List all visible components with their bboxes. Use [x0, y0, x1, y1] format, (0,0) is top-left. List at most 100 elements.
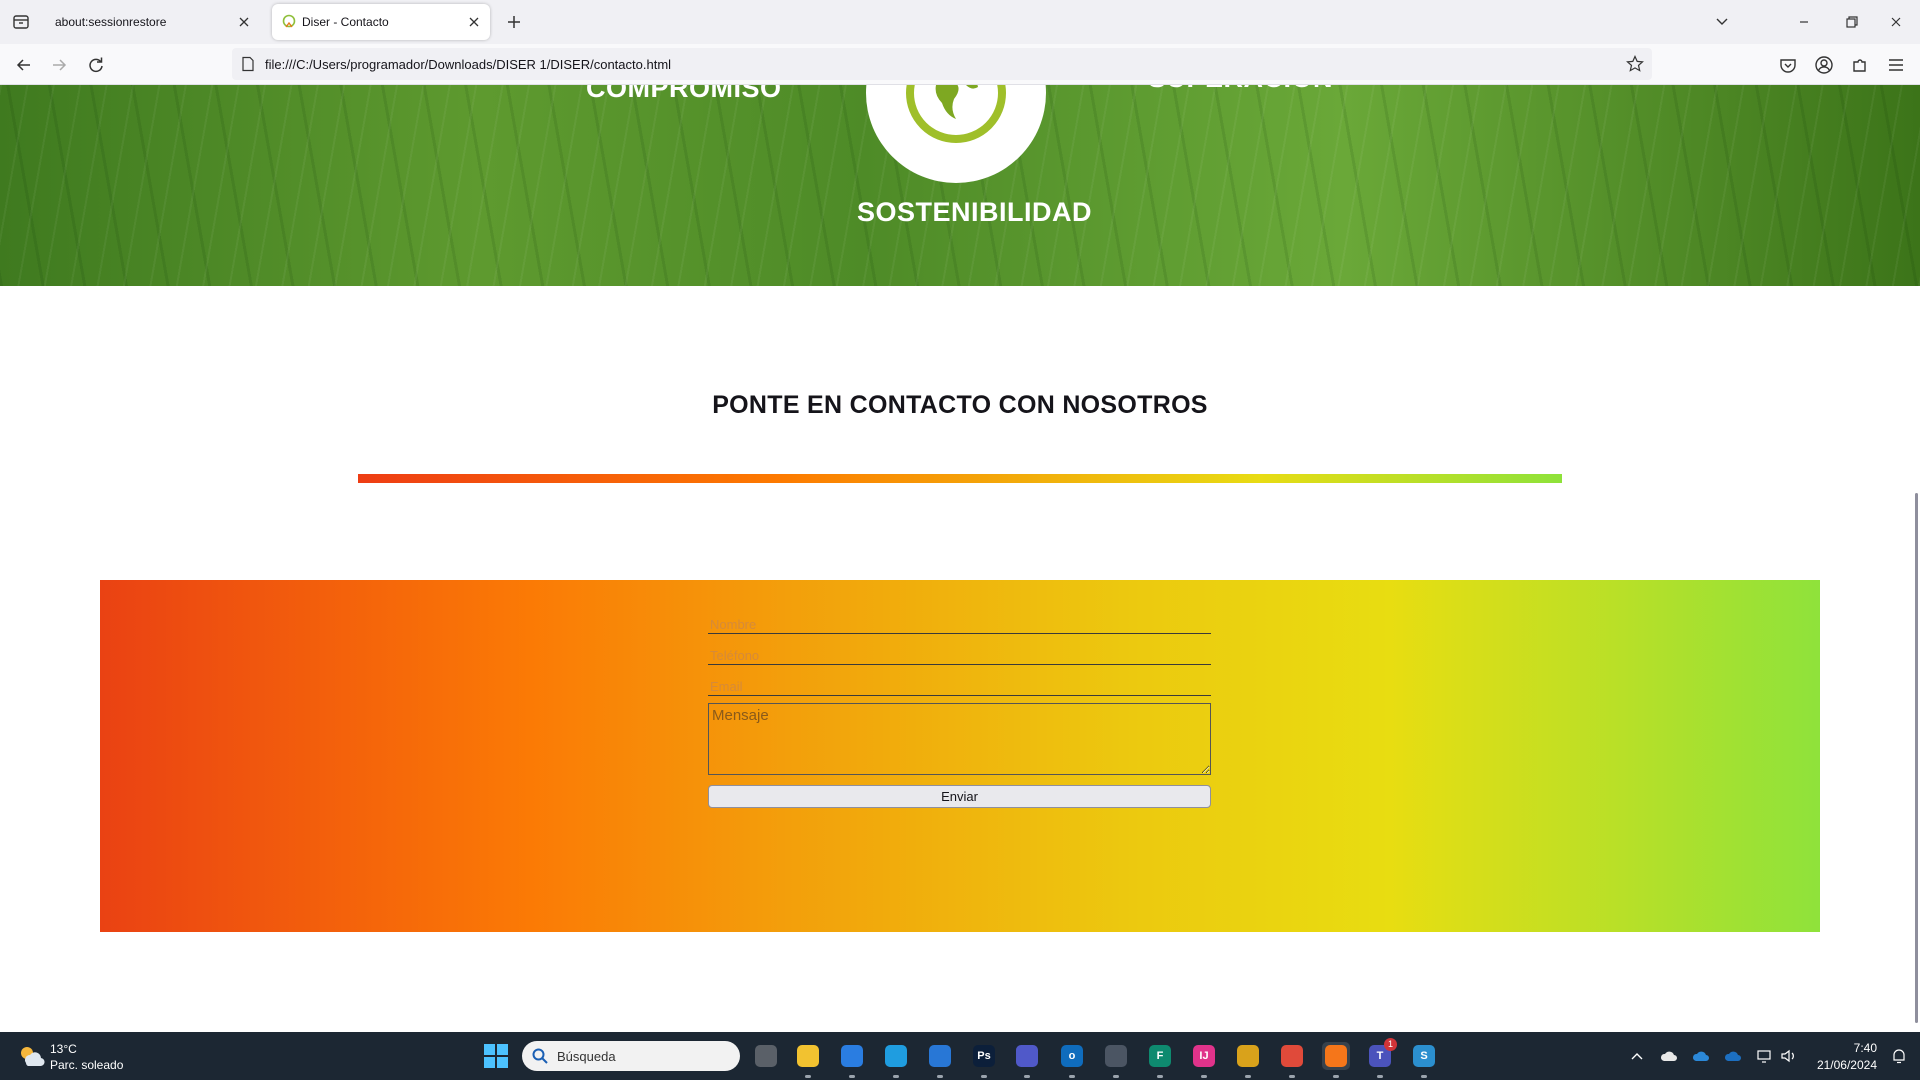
running-indicator [1377, 1075, 1383, 1078]
clock-date[interactable]: 21/06/2024 [1817, 1058, 1877, 1072]
restore-icon[interactable] [1839, 11, 1863, 33]
close-tab-icon[interactable] [236, 14, 252, 30]
forward-arrow-icon[interactable] [47, 53, 71, 77]
values-hero-banner: COMPROMISO SUPERACIÓN SOSTENIBILIDAD [0, 85, 1920, 286]
notification-bell-icon[interactable] [1890, 1047, 1908, 1065]
firefox-glyph [1325, 1045, 1347, 1067]
taskbar-firefox-icon[interactable] [1322, 1042, 1350, 1078]
taskbar-task-view-icon[interactable] [752, 1042, 780, 1070]
network-icon[interactable] [1756, 1048, 1774, 1064]
task-view-glyph [755, 1045, 777, 1067]
running-indicator [1245, 1075, 1251, 1078]
account-icon[interactable] [1813, 54, 1835, 76]
windows-taskbar: 13°C Parc. soleado Búsqueda Ps o F IJ T 1 S 7:… [0, 1032, 1920, 1080]
chrome-glyph [1281, 1045, 1303, 1067]
onedrive-icon[interactable] [1692, 1048, 1710, 1064]
running-indicator [1201, 1075, 1207, 1078]
send-button[interactable]: Enviar [708, 785, 1211, 808]
taskbar-teams-new-icon[interactable]: T1 [1366, 1038, 1397, 1078]
volume-icon[interactable] [1780, 1048, 1798, 1064]
taskbar-teams-icon[interactable] [1013, 1042, 1041, 1078]
phone-field-wrapper [708, 641, 1211, 665]
running-indicator [1333, 1075, 1339, 1078]
page-icon [240, 56, 256, 72]
app-s-letter: S [1420, 1050, 1428, 1062]
close-window-icon[interactable] [1884, 11, 1908, 33]
photoshop-letter: Ps [977, 1050, 991, 1062]
clock-time[interactable]: 7:40 [1854, 1041, 1877, 1055]
running-indicator [1421, 1075, 1427, 1078]
pocket-icon[interactable] [1777, 54, 1799, 76]
intellij-letter: IJ [1199, 1050, 1209, 1062]
edge-glyph [885, 1045, 907, 1067]
taskbar-calculator-icon[interactable] [1102, 1042, 1130, 1078]
value-sostenibilidad: SOSTENIBILIDAD [857, 197, 1093, 227]
reload-icon[interactable] [84, 53, 108, 77]
back-arrow-icon[interactable] [12, 53, 36, 77]
phone-input[interactable] [708, 641, 1211, 664]
chevron-down-icon[interactable] [1710, 11, 1734, 33]
search-icon [532, 1048, 548, 1064]
calculator-glyph [1105, 1045, 1127, 1067]
file-explorer-glyph [797, 1045, 819, 1067]
taskbar-mail-icon[interactable] [926, 1042, 954, 1078]
tab-diser-contacto[interactable]: Diser - Contacto [272, 4, 490, 40]
windows-start-icon[interactable] [483, 1043, 509, 1069]
contact-form: Enviar [708, 610, 1211, 808]
close-tab-icon[interactable] [466, 14, 482, 30]
page-viewport: COMPROMISO SUPERACIÓN SOSTENIBILIDAD PON… [0, 85, 1920, 1032]
taskbar-file-explorer-icon[interactable] [794, 1042, 822, 1078]
taskbar-search-box[interactable]: Búsqueda [522, 1041, 740, 1071]
running-indicator [805, 1075, 811, 1078]
navigation-bar: file:///C:/Users/programador/Downloads/D… [0, 44, 1920, 85]
notification-badge: 1 [1384, 1038, 1397, 1051]
running-indicator [981, 1075, 987, 1078]
running-indicator [1069, 1075, 1075, 1078]
running-indicator [1289, 1075, 1295, 1078]
globe-circle [866, 85, 1046, 183]
taskbar-edge-icon[interactable] [882, 1042, 910, 1078]
bookmark-star-icon[interactable] [1626, 55, 1644, 73]
outlook-letter: o [1068, 1050, 1076, 1062]
menu-hamburger-icon[interactable] [1885, 54, 1907, 76]
weather-description: Parc. soleado [50, 1058, 124, 1072]
email-input[interactable] [708, 672, 1211, 695]
url-text[interactable]: file:///C:/Users/programador/Downloads/D… [265, 57, 671, 72]
tab-sessionrestore[interactable]: about:sessionrestore [42, 4, 260, 40]
minimize-icon[interactable] [1792, 11, 1816, 33]
taskbar-outlook-icon[interactable]: o [1058, 1042, 1086, 1078]
running-indicator [1157, 1075, 1163, 1078]
value-superacion: SUPERACIÓN [1148, 85, 1333, 94]
extensions-icon[interactable] [1849, 54, 1871, 76]
name-field-wrapper [708, 610, 1211, 634]
url-bar[interactable]: file:///C:/Users/programador/Downloads/D… [232, 48, 1652, 80]
onedrive-business-icon[interactable] [1724, 1048, 1742, 1064]
email-field-wrapper [708, 672, 1211, 696]
cloud-icon[interactable] [1660, 1048, 1678, 1064]
taskbar-intellij-icon[interactable]: IJ [1190, 1042, 1218, 1078]
contact-title: PONTE EN CONTACTO CON NOSOTROS [712, 391, 1208, 419]
message-field-wrapper [708, 703, 1211, 775]
gradient-divider [358, 474, 1562, 483]
fabric-letter: F [1156, 1050, 1164, 1062]
running-indicator [849, 1075, 855, 1078]
taskbar-app-s-icon[interactable]: S [1410, 1042, 1438, 1078]
new-tab-button[interactable] [503, 11, 525, 33]
taskbar-fabric-icon[interactable]: F [1146, 1042, 1174, 1078]
running-indicator [893, 1075, 899, 1078]
taskbar-microsoft-store-icon[interactable] [838, 1042, 866, 1078]
tab-title: about:sessionrestore [55, 15, 167, 29]
tab-list-icon[interactable] [10, 11, 32, 33]
name-input[interactable] [708, 610, 1211, 633]
weather-partly-sunny-icon[interactable] [16, 1041, 46, 1071]
page-scrollbar[interactable] [1912, 85, 1920, 1032]
diser-favicon-icon [281, 14, 297, 30]
taskbar-photoshop-icon[interactable]: Ps [970, 1042, 998, 1078]
chevron-up-icon[interactable] [1628, 1048, 1646, 1064]
taskbar-chrome-icon[interactable] [1278, 1042, 1306, 1078]
scrollbar-thumb[interactable] [1915, 493, 1918, 1023]
message-textarea[interactable] [708, 703, 1211, 775]
contact-form-panel: Enviar [100, 580, 1820, 932]
teams-glyph [1016, 1045, 1038, 1067]
taskbar-windows-apps-icon[interactable] [1234, 1042, 1262, 1078]
